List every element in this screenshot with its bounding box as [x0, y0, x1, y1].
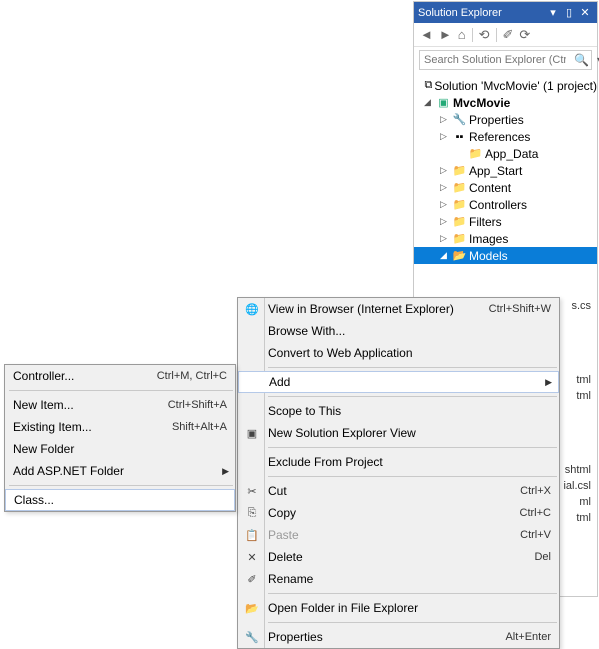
copy-icon: ⎘	[244, 507, 260, 520]
show-button[interactable]: ✐	[503, 27, 514, 43]
menu-view-in-browser[interactable]: 🌐View in Browser (Internet Explorer)Ctrl…	[238, 298, 559, 320]
tree-item-controllers[interactable]: ▷📁Controllers	[414, 196, 597, 213]
menu-exclude[interactable]: Exclude From Project	[238, 451, 559, 473]
dropdown-icon[interactable]: ▾	[545, 6, 561, 19]
menu-convert[interactable]: Convert to Web Application	[238, 342, 559, 364]
rename-icon: ✐	[244, 573, 260, 586]
solution-node[interactable]: ⧉Solution 'MvcMovie' (1 project)	[414, 77, 597, 94]
menu-paste: 📋PasteCtrl+V	[238, 524, 559, 546]
panel-header: Solution Explorer ▾ ▯ ✕	[414, 2, 597, 23]
browser-icon: 🌐	[244, 303, 260, 316]
tree-item-app-start[interactable]: ▷📁App_Start	[414, 162, 597, 179]
tree-item-app-data[interactable]: 📁App_Data	[414, 145, 597, 162]
menu-delete[interactable]: ✕DeleteDel	[238, 546, 559, 568]
separator	[9, 390, 233, 391]
ghost-file: ml	[557, 496, 597, 512]
search-dropdown-icon[interactable]: ▾	[593, 53, 599, 67]
tree-item-content[interactable]: ▷📁Content	[414, 179, 597, 196]
search-input[interactable]	[420, 54, 570, 66]
ghost-file: tml	[557, 390, 597, 406]
separator	[9, 485, 233, 486]
ghost-file: tml	[557, 512, 597, 528]
menu-properties[interactable]: 🔧PropertiesAlt+Enter	[238, 626, 559, 648]
menu-cut[interactable]: ✂CutCtrl+X	[238, 480, 559, 502]
tree-item-models[interactable]: ◢📂Models	[414, 247, 597, 264]
cut-icon: ✂	[244, 485, 260, 498]
separator	[268, 367, 557, 368]
submenu-new-item[interactable]: New Item...Ctrl+Shift+A	[5, 394, 235, 416]
forward-button[interactable]: ►	[439, 27, 452, 42]
tree-item-filters[interactable]: ▷📁Filters	[414, 213, 597, 230]
panel-toolbar: ◄ ► ⌂ ⟲ ✐ ⟳	[414, 23, 597, 47]
close-icon[interactable]: ✕	[577, 6, 593, 19]
delete-icon: ✕	[244, 551, 260, 564]
separator	[268, 593, 557, 594]
home-button[interactable]: ⌂	[458, 27, 466, 42]
scope-button[interactable]: ⟲	[479, 27, 490, 43]
menu-scope[interactable]: Scope to This	[238, 400, 559, 422]
menu-new-view[interactable]: ▣New Solution Explorer View	[238, 422, 559, 444]
separator	[496, 28, 497, 42]
project-node[interactable]: ◢▣MvcMovie	[414, 94, 597, 111]
tree-item-properties[interactable]: ▷🔧Properties	[414, 111, 597, 128]
separator	[268, 476, 557, 477]
separator	[268, 622, 557, 623]
add-submenu: Controller...Ctrl+M, Ctrl+C New Item...C…	[4, 364, 236, 512]
submenu-arrow-icon: ▶	[222, 466, 229, 477]
submenu-controller[interactable]: Controller...Ctrl+M, Ctrl+C	[5, 365, 235, 387]
pin-icon[interactable]: ▯	[561, 6, 577, 19]
submenu-class[interactable]: Class...	[5, 489, 235, 511]
tree-item-references[interactable]: ▷▪▪References	[414, 128, 597, 145]
separator	[268, 396, 557, 397]
separator	[268, 447, 557, 448]
menu-rename[interactable]: ✐Rename	[238, 568, 559, 590]
panel-title: Solution Explorer	[418, 7, 545, 19]
context-menu: 🌐View in Browser (Internet Explorer)Ctrl…	[237, 297, 560, 649]
tree: ⧉Solution 'MvcMovie' (1 project) ◢▣MvcMo…	[414, 73, 597, 268]
back-button[interactable]: ◄	[420, 27, 433, 42]
refresh-button[interactable]: ⟳	[519, 27, 530, 43]
tree-item-images[interactable]: ▷📁Images	[414, 230, 597, 247]
ghost-file: ial.csl	[557, 480, 597, 496]
folder-icon: 📂	[244, 602, 260, 615]
menu-open-folder[interactable]: 📂Open Folder in File Explorer	[238, 597, 559, 619]
ghost-file: shtml	[557, 464, 597, 480]
ghost-file: tml	[557, 374, 597, 390]
paste-icon: 📋	[244, 529, 260, 542]
search-box[interactable]: 🔍 ▾	[419, 50, 592, 70]
view-icon: ▣	[244, 427, 260, 440]
menu-browse-with[interactable]: Browse With...	[238, 320, 559, 342]
submenu-aspnet-folder[interactable]: Add ASP.NET Folder▶	[5, 460, 235, 482]
wrench-icon: 🔧	[244, 631, 260, 644]
submenu-new-folder[interactable]: New Folder	[5, 438, 235, 460]
menu-add[interactable]: Add▶	[238, 371, 559, 393]
submenu-existing-item[interactable]: Existing Item...Shift+Alt+A	[5, 416, 235, 438]
separator	[472, 28, 473, 42]
search-icon[interactable]: 🔍	[570, 53, 593, 67]
menu-copy[interactable]: ⎘CopyCtrl+C	[238, 502, 559, 524]
submenu-arrow-icon: ▶	[545, 377, 552, 388]
ghost-file: s.cs	[557, 300, 597, 316]
